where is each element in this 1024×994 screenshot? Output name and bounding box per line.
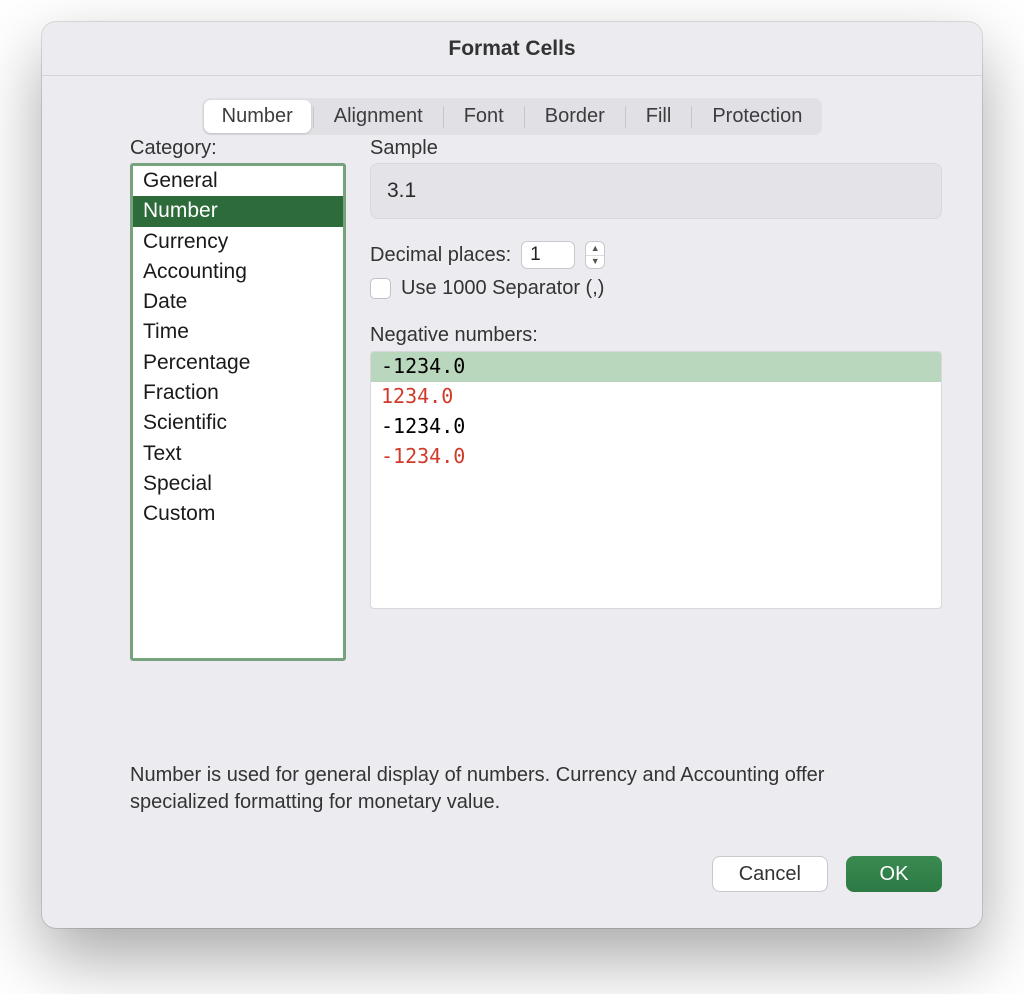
category-item-text[interactable]: Text — [133, 439, 343, 469]
category-column: Category: GeneralNumberCurrencyAccountin… — [130, 137, 346, 661]
decimal-places-input[interactable] — [521, 241, 575, 269]
tabs-container: NumberAlignmentFontBorderFillProtection — [42, 76, 982, 135]
tab-separator — [313, 106, 314, 128]
format-description: Number is used for general display of nu… — [130, 762, 914, 816]
tab-protection[interactable]: Protection — [694, 100, 820, 133]
decimal-places-stepper[interactable]: ▲ ▼ — [585, 241, 605, 269]
number-panel: Category: GeneralNumberCurrencyAccountin… — [130, 137, 942, 685]
negative-number-option[interactable]: -1234.0 — [371, 442, 941, 472]
tab-number[interactable]: Number — [204, 100, 311, 133]
dialog-titlebar: Format Cells — [42, 22, 982, 76]
negative-number-option[interactable]: 1234.0 — [371, 382, 941, 412]
category-item-custom[interactable]: Custom — [133, 499, 343, 529]
thousands-separator-row: Use 1000 Separator (,) — [370, 277, 942, 300]
category-item-general[interactable]: General — [133, 166, 343, 196]
thousands-separator-label: Use 1000 Separator (,) — [401, 277, 604, 300]
category-label: Category: — [130, 137, 346, 160]
negative-number-option[interactable]: -1234.0 — [371, 352, 941, 382]
stepper-down-icon[interactable]: ▼ — [586, 256, 604, 269]
category-item-date[interactable]: Date — [133, 287, 343, 317]
sample-label: Sample — [370, 137, 942, 160]
tab-font[interactable]: Font — [446, 100, 522, 133]
category-item-time[interactable]: Time — [133, 317, 343, 347]
tab-separator — [443, 106, 444, 128]
format-cells-dialog: Format Cells NumberAlignmentFontBorderFi… — [42, 22, 982, 928]
category-item-fraction[interactable]: Fraction — [133, 378, 343, 408]
category-item-number[interactable]: Number — [133, 196, 343, 226]
category-item-percentage[interactable]: Percentage — [133, 348, 343, 378]
thousands-separator-checkbox[interactable] — [370, 278, 391, 299]
tab-separator — [691, 106, 692, 128]
ok-button[interactable]: OK — [846, 856, 942, 892]
negative-number-option[interactable]: -1234.0 — [371, 412, 941, 442]
dialog-button-row: Cancel OK — [712, 856, 942, 892]
cancel-button[interactable]: Cancel — [712, 856, 828, 892]
category-item-special[interactable]: Special — [133, 469, 343, 499]
tab-border[interactable]: Border — [527, 100, 623, 133]
dialog-title: Format Cells — [448, 37, 575, 61]
tab-separator — [625, 106, 626, 128]
tab-fill[interactable]: Fill — [628, 100, 690, 133]
sample-box: 3.1 — [370, 163, 942, 219]
category-item-currency[interactable]: Currency — [133, 227, 343, 257]
decimal-places-label: Decimal places: — [370, 244, 511, 267]
category-item-scientific[interactable]: Scientific — [133, 408, 343, 438]
tab-bar: NumberAlignmentFontBorderFillProtection — [202, 98, 823, 135]
negative-numbers-list[interactable]: -1234.01234.0-1234.0-1234.0 — [370, 351, 942, 609]
sample-value: 3.1 — [387, 179, 416, 203]
category-list[interactable]: GeneralNumberCurrencyAccountingDateTimeP… — [130, 163, 346, 661]
decimal-places-row: Decimal places: ▲ ▼ — [370, 241, 942, 269]
category-item-accounting[interactable]: Accounting — [133, 257, 343, 287]
negative-numbers-label: Negative numbers: — [370, 324, 942, 347]
settings-column: Sample 3.1 Decimal places: ▲ ▼ Use 1000 … — [370, 137, 942, 609]
stepper-up-icon[interactable]: ▲ — [586, 242, 604, 256]
tab-alignment[interactable]: Alignment — [316, 100, 441, 133]
tab-separator — [524, 106, 525, 128]
